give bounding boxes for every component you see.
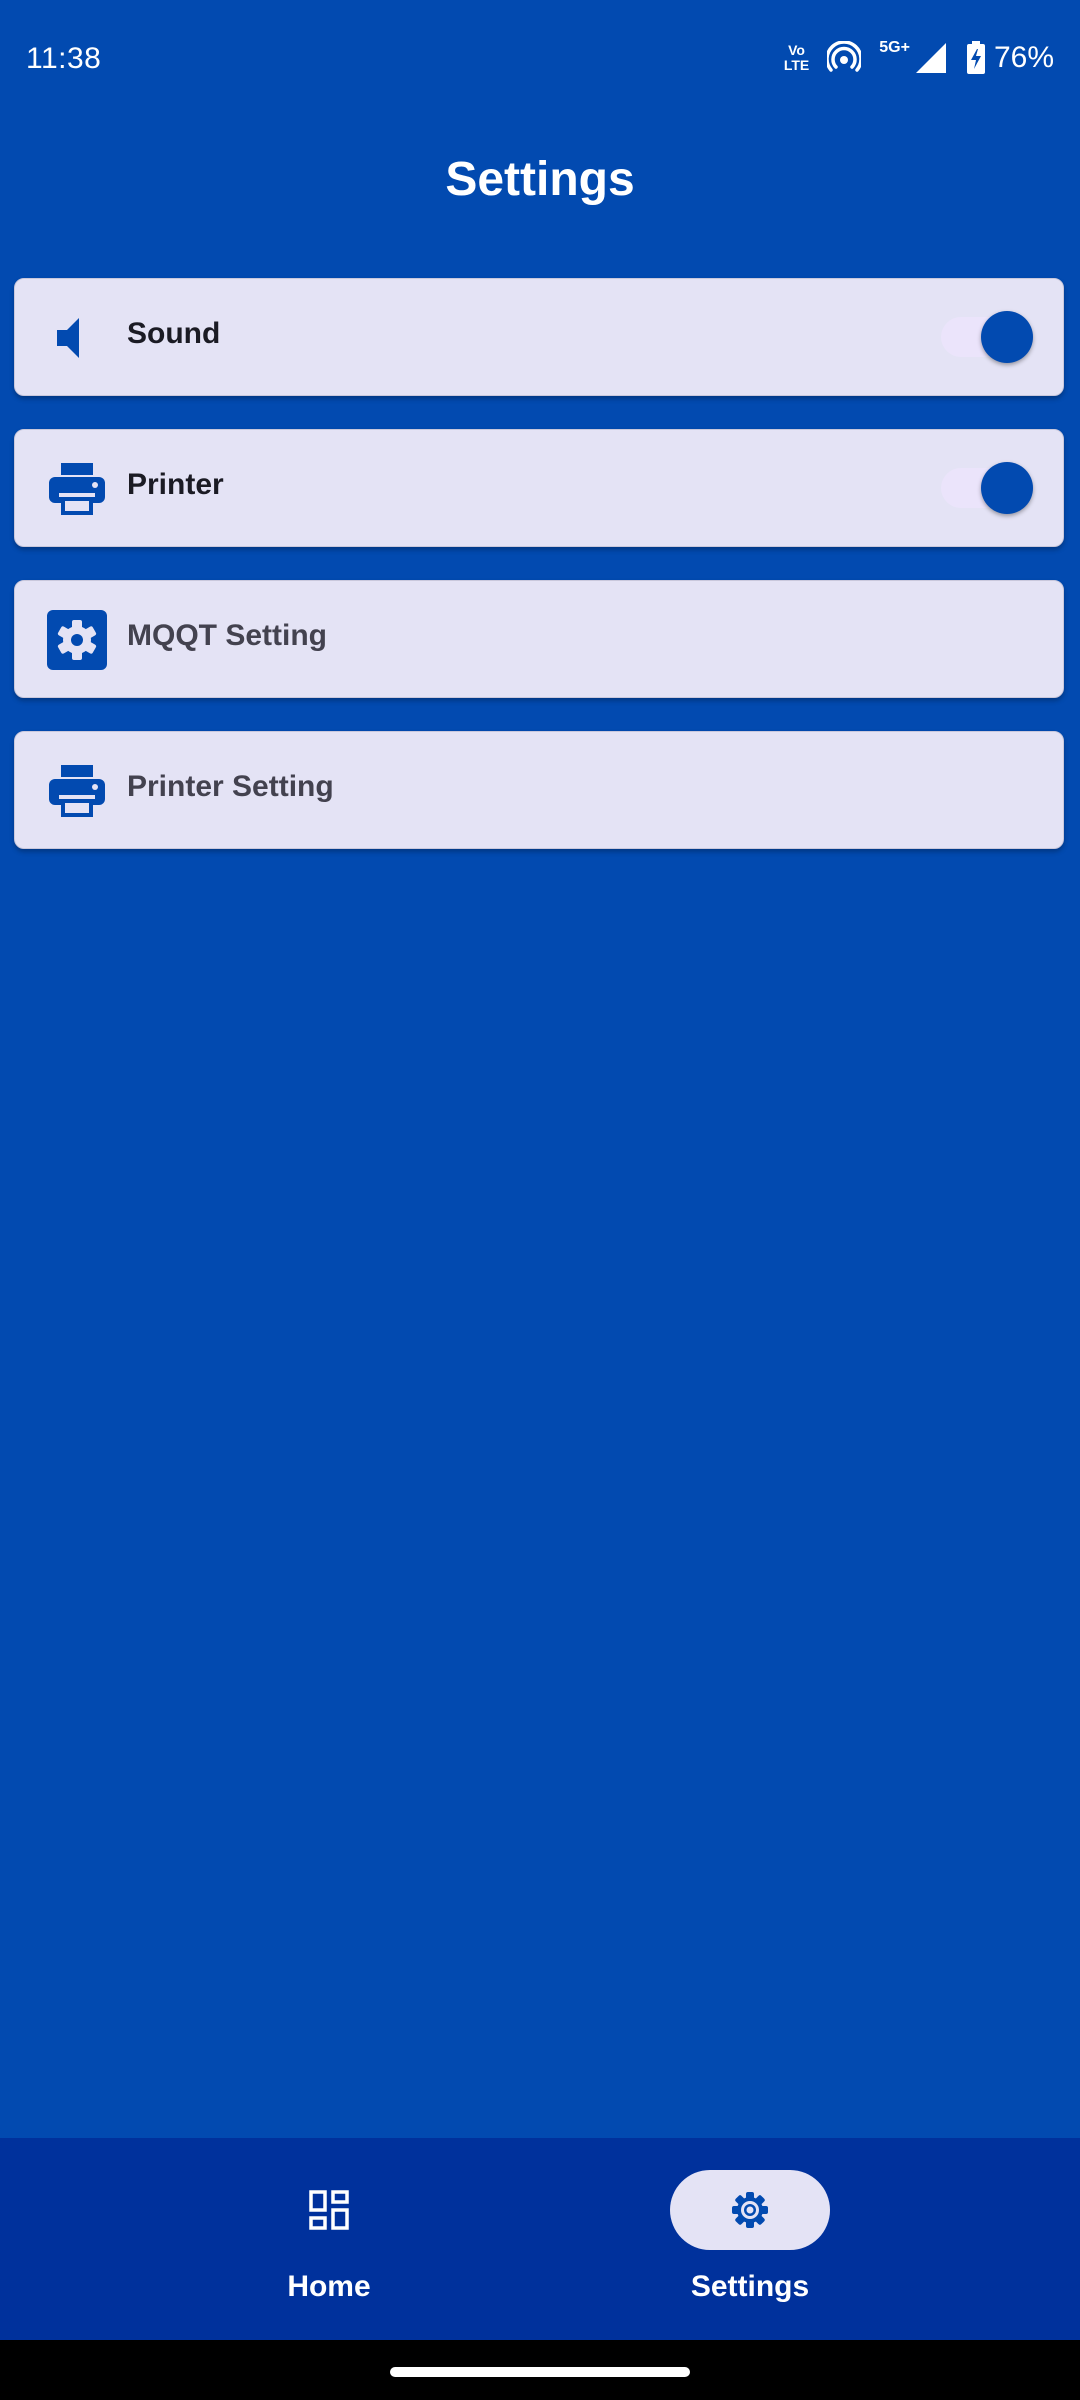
battery-icon [966,41,985,74]
settings-item-mqqt[interactable]: MQQT Setting [14,580,1064,698]
nav-label: Settings [690,2270,810,2303]
bottom-navigation: Home Settings [0,2138,1080,2340]
dashboard-icon [309,2190,349,2230]
nav-pill [249,2170,409,2250]
nav-label: Home [287,2270,371,2303]
settings-item-printer[interactable]: Printer [14,429,1064,547]
settings-item-label: Sound [127,317,221,350]
nav-item-home[interactable]: Home [229,2170,429,2320]
system-navigation-bar [0,2340,1080,2400]
gear-icon [47,610,107,670]
settings-item-sound[interactable]: Sound [14,278,1064,396]
printer-toggle[interactable] [941,462,1033,514]
gear-icon [732,2192,768,2228]
settings-item-label: Printer Setting [127,770,334,803]
nav-pill-active [670,2170,830,2250]
settings-item-printer-setting[interactable]: Printer Setting [14,731,1064,849]
volte-indicator: Vo LTE [784,43,809,73]
toggle-thumb [981,462,1033,514]
speaker-icon [57,318,79,358]
settings-item-label: Printer [127,468,224,501]
status-bar: 11:38 Vo LTE 5G+ 76% [0,0,1080,120]
volte-bottom-text: LTE [783,57,810,73]
settings-item-label: MQQT Setting [127,619,327,652]
page-title: Settings [445,153,635,206]
signal-icon [915,43,946,73]
network-type: 5G+ [879,39,910,56]
nav-item-settings[interactable]: Settings [650,2170,850,2320]
status-time: 11:38 [26,42,102,75]
printer-icon [49,463,105,515]
volte-top-text: Vo [788,42,805,58]
hotspot-icon [827,41,862,72]
gesture-handle[interactable] [390,2367,690,2377]
settings-screen: 11:38 Vo LTE 5G+ 76% Settings Sound Prin… [0,0,1080,2400]
sound-toggle[interactable] [941,311,1033,363]
status-icons: Vo LTE 5G+ 76% [784,38,1054,78]
printer-icon [49,765,105,817]
battery-percentage: 76% [993,41,1054,74]
toggle-thumb [981,311,1033,363]
